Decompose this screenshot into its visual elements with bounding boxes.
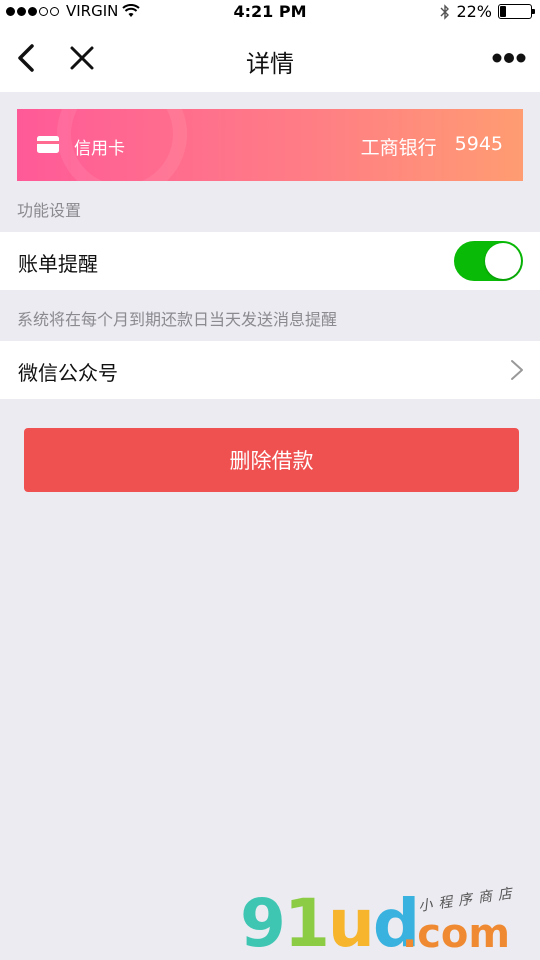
credit-card-icon (37, 136, 59, 153)
bill-reminder-row: 账单提醒 (0, 232, 540, 290)
site-watermark-logo: 91ud .com 小程序商店 (240, 885, 540, 960)
delete-loan-button[interactable]: 删除借款 (24, 428, 519, 492)
battery-icon (498, 4, 535, 19)
bill-reminder-toggle[interactable] (454, 241, 523, 281)
more-icon[interactable] (492, 48, 526, 68)
logo-text: 91ud (240, 885, 420, 960)
battery-percent: 22% (456, 2, 492, 21)
bank-name: 工商银行 (360, 137, 437, 159)
status-bar: VIRGIN 4:21 PM 22% (0, 0, 540, 24)
chevron-right-icon (511, 360, 523, 380)
card-last-digits: 5945 (454, 133, 503, 155)
logo-suffix: .com (402, 911, 511, 957)
section-label: 功能设置 (17, 201, 82, 220)
card-type-label: 信用卡 (74, 139, 125, 159)
bill-reminder-label: 账单提醒 (18, 252, 98, 276)
status-right: 22% (440, 2, 535, 21)
page-title: 详情 (246, 50, 294, 78)
reminder-hint: 系统将在每个月到期还款日当天发送消息提醒 (17, 310, 338, 329)
nav-bar: 详情 (0, 24, 540, 92)
credit-card-banner[interactable]: 信用卡 工商银行 5945 (17, 109, 523, 181)
toggle-knob (485, 243, 521, 279)
wechat-official-account-row[interactable]: 微信公众号 (0, 341, 540, 399)
bluetooth-icon (440, 3, 450, 20)
wechat-label: 微信公众号 (18, 361, 118, 385)
card-bank-info: 工商银行 5945 (361, 133, 503, 160)
